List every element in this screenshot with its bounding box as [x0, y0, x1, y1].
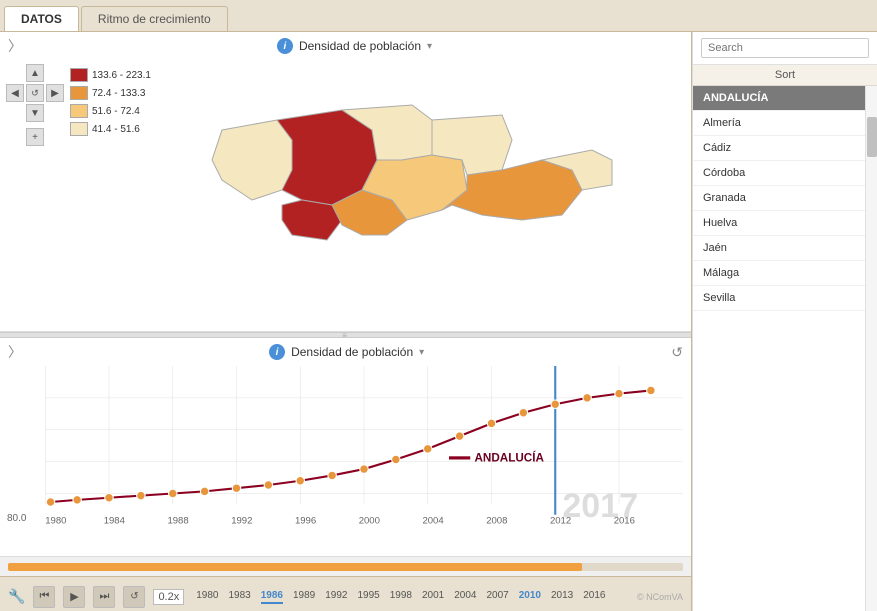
- map-title-area: i Densidad de población ▾: [26, 38, 683, 54]
- svg-text:1996: 1996: [295, 515, 316, 526]
- search-box: [693, 32, 877, 65]
- svg-text:ANDALUCÍA: ANDALUCÍA: [475, 452, 545, 465]
- chart-section: 〉 i Densidad de población ▾ ↺ 80.0 2017: [0, 338, 691, 611]
- legend-label-1: 133.6 - 223.1: [92, 70, 151, 81]
- region-item-malaga[interactable]: Málaga: [693, 261, 865, 286]
- chart-body: 80.0 2017: [45, 366, 683, 556]
- year-2007: 2007: [486, 590, 508, 604]
- chart-title: Densidad de población: [291, 345, 413, 359]
- map-zoom-in[interactable]: +: [26, 128, 44, 146]
- region-item-cadiz[interactable]: Cádiz: [693, 136, 865, 161]
- svg-text:2000: 2000: [359, 515, 380, 526]
- loop-button[interactable]: ↺: [123, 586, 145, 608]
- chart-svg: ANDALUCÍA 1980 1984 1988 1992 1996 2000 …: [45, 366, 683, 536]
- legend-swatch-1: [70, 68, 88, 82]
- region-item-jaen[interactable]: Jaén: [693, 236, 865, 261]
- map-section: 〉 i Densidad de población ▾ ▲ ◀ ↺: [0, 32, 691, 332]
- legend-swatch-4: [70, 122, 88, 136]
- year-2013: 2013: [551, 590, 573, 604]
- chart-expand-button[interactable]: 〉: [8, 342, 22, 362]
- region-item-andalucia[interactable]: ANDALUCÍA: [693, 86, 865, 111]
- legend-item-2: 72.4 - 133.3: [70, 86, 152, 100]
- map-info-icon[interactable]: i: [277, 38, 293, 54]
- year-2010: 2010: [519, 590, 541, 604]
- chart-info-icon[interactable]: i: [269, 344, 285, 360]
- legend-swatch-2: [70, 86, 88, 100]
- year-1992: 1992: [325, 590, 347, 604]
- svg-text:2016: 2016: [614, 515, 635, 526]
- timeline-fill: [8, 563, 582, 571]
- chart-toolbar: 〉 i Densidad de población ▾ ↺: [0, 338, 691, 366]
- right-sidebar: Sort ANDALUCÍAAlmeríaCádizCórdobaGranada…: [692, 32, 877, 611]
- map-svg: [192, 60, 652, 260]
- map-nav-right[interactable]: ▶: [46, 84, 64, 102]
- svg-text:1984: 1984: [104, 515, 126, 526]
- year-1986: 1986: [261, 590, 283, 604]
- legend-item-1: 133.6 - 223.1: [70, 68, 152, 82]
- map-nav-down[interactable]: ▼: [26, 104, 44, 122]
- year-2004: 2004: [454, 590, 476, 604]
- svg-text:1992: 1992: [231, 515, 252, 526]
- region-list: ANDALUCÍAAlmeríaCádizCórdobaGranadaHuelv…: [693, 86, 865, 611]
- content-row: 〉 i Densidad de población ▾ ▲ ◀ ↺: [0, 32, 877, 611]
- map-expand-button[interactable]: 〉: [8, 36, 22, 56]
- left-area: 〉 i Densidad de población ▾ ▲ ◀ ↺: [0, 32, 692, 611]
- search-input[interactable]: [701, 38, 869, 58]
- tab-bar: DATOS Ritmo de crecimiento: [0, 0, 877, 32]
- region-list-container: ANDALUCÍAAlmeríaCádizCórdobaGranadaHuelv…: [693, 86, 877, 611]
- year-1980: 1980: [196, 590, 218, 604]
- bottom-controls: 🔧 ⏮ ▶ ⏭ ↺ 0.2x 1980 1983 1986 1989 1992 …: [0, 576, 691, 611]
- app-container: DATOS Ritmo de crecimiento 〉 i Densidad …: [0, 0, 877, 611]
- region-item-cordoba[interactable]: Córdoba: [693, 161, 865, 186]
- tab-ritmo[interactable]: Ritmo de crecimiento: [81, 6, 228, 31]
- map-dropdown-icon[interactable]: ▾: [427, 41, 432, 52]
- sidebar-scrollbar[interactable]: [865, 86, 877, 611]
- chart-reset-button[interactable]: ↺: [671, 344, 683, 361]
- y-axis-label: 80.0: [7, 513, 26, 524]
- svg-text:2012: 2012: [550, 515, 571, 526]
- copyright: © NComVA: [637, 592, 683, 602]
- svg-text:2004: 2004: [422, 515, 444, 526]
- legend-label-2: 72.4 - 133.3: [92, 88, 145, 99]
- svg-text:2008: 2008: [486, 515, 507, 526]
- chart-dropdown-icon[interactable]: ▾: [419, 347, 424, 358]
- legend-item-4: 41.4 - 51.6: [70, 122, 152, 136]
- region-item-granada[interactable]: Granada: [693, 186, 865, 211]
- map-toolbar: 〉 i Densidad de población ▾: [0, 32, 691, 60]
- year-1995: 1995: [357, 590, 379, 604]
- region-item-huelva[interactable]: Huelva: [693, 211, 865, 236]
- legend-swatch-3: [70, 104, 88, 118]
- legend-label-3: 51.6 - 72.4: [92, 106, 140, 117]
- tab-datos[interactable]: DATOS: [4, 6, 79, 31]
- wrench-icon[interactable]: 🔧: [8, 588, 25, 605]
- region-item-sevilla[interactable]: Sevilla: [693, 286, 865, 311]
- map-nav-left[interactable]: ◀: [6, 84, 24, 102]
- year-2001: 2001: [422, 590, 444, 604]
- play-to-start-button[interactable]: ⏮: [33, 586, 55, 608]
- svg-text:1980: 1980: [45, 515, 66, 526]
- sort-button[interactable]: Sort: [693, 65, 877, 86]
- zoom-label: 0.2x: [153, 589, 184, 605]
- year-1983: 1983: [228, 590, 250, 604]
- map-title: Densidad de población: [299, 39, 421, 53]
- map-legend: 133.6 - 223.1 72.4 - 133.3 51.6 - 72.4: [66, 60, 156, 260]
- play-button[interactable]: ▶: [63, 586, 85, 608]
- svg-text:1988: 1988: [167, 515, 188, 526]
- timeline-year-labels: 1980 1983 1986 1989 1992 1995 1998 2001 …: [196, 590, 605, 604]
- legend-item-3: 51.6 - 72.4: [70, 104, 152, 118]
- play-to-end-button[interactable]: ⏭: [93, 586, 115, 608]
- legend-label-4: 41.4 - 51.6: [92, 124, 140, 135]
- scrollbar-thumb[interactable]: [867, 117, 877, 157]
- year-1998: 1998: [390, 590, 412, 604]
- timeline-bar: [0, 556, 691, 576]
- year-1989: 1989: [293, 590, 315, 604]
- region-item-almeria[interactable]: Almería: [693, 111, 865, 136]
- map-nav-reset[interactable]: ↺: [26, 84, 44, 102]
- map-svg-area: [156, 60, 687, 260]
- map-nav-up[interactable]: ▲: [26, 64, 44, 82]
- chart-title-area: i Densidad de población ▾: [26, 344, 667, 360]
- year-2016: 2016: [583, 590, 605, 604]
- timeline-track[interactable]: [8, 563, 683, 571]
